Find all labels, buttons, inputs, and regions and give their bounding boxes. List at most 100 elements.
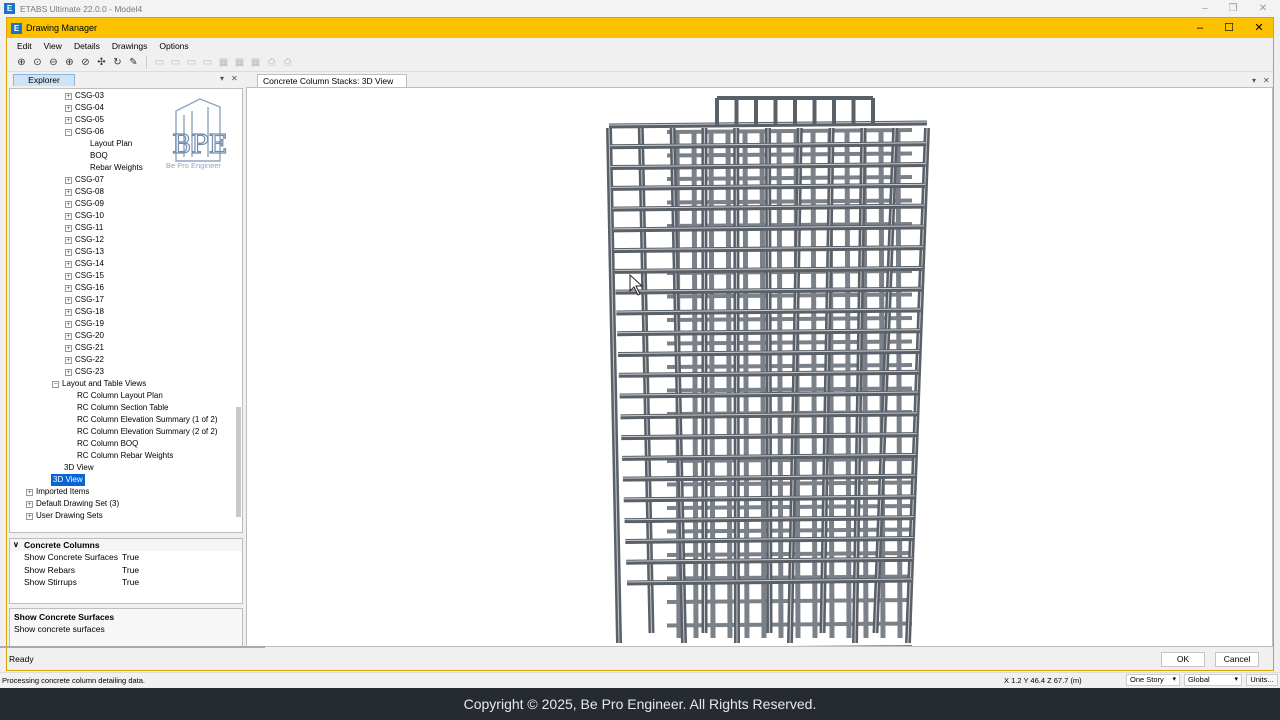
expand-icon[interactable]: + <box>65 92 72 100</box>
tree-item-csg-10[interactable]: + CSG-10 <box>65 210 104 222</box>
menu-drawings[interactable]: Drawings <box>106 41 153 51</box>
tree-item[interactable]: 3D View <box>51 474 85 486</box>
ok-button[interactable]: OK <box>1161 652 1205 667</box>
tree-item-csg-22[interactable]: + CSG-22 <box>65 354 104 366</box>
tree-item-csg-14[interactable]: + CSG-14 <box>65 258 104 270</box>
tree-item[interactable]: + Default Drawing Set (3) <box>26 498 119 510</box>
tree-item[interactable]: Rebar Weights <box>90 162 143 174</box>
expand-icon[interactable]: + <box>65 272 72 280</box>
tree-item-csg-03[interactable]: + CSG-03 <box>65 90 104 102</box>
tree-item-csg-07[interactable]: + CSG-07 <box>65 174 104 186</box>
expand-icon[interactable]: + <box>65 200 72 208</box>
expand-icon[interactable]: + <box>65 308 72 316</box>
print-icon[interactable]: ⎙ <box>265 56 278 69</box>
tree-scrollbar[interactable] <box>236 407 241 517</box>
property-value[interactable]: True <box>122 551 139 564</box>
tree-item[interactable]: RC Column Section Table <box>77 402 168 414</box>
property-value[interactable]: True <box>122 576 139 589</box>
expand-icon[interactable]: + <box>65 332 72 340</box>
maximize-icon[interactable]: ☐ <box>1214 18 1244 38</box>
collapse-icon[interactable]: − <box>65 128 72 136</box>
expand-icon[interactable]: + <box>65 188 72 196</box>
menu-details[interactable]: Details <box>68 41 106 51</box>
close-icon[interactable]: ✕ <box>1244 18 1274 38</box>
expand-icon[interactable]: + <box>65 236 72 244</box>
layout-1-icon[interactable]: ▭ <box>153 56 166 69</box>
zoom-fit-icon[interactable]: ⊘ <box>79 56 92 69</box>
expand-icon[interactable]: + <box>26 500 33 508</box>
tree-item[interactable]: Layout Plan <box>90 138 132 150</box>
menu-options[interactable]: Options <box>153 41 194 51</box>
tree-item-csg-17[interactable]: + CSG-17 <box>65 294 104 306</box>
tree-item[interactable]: BOQ <box>90 150 108 162</box>
tree-item[interactable]: RC Column Layout Plan <box>77 390 163 402</box>
coord-system-select[interactable]: Global ▾ <box>1184 674 1242 686</box>
zoom-rubber-icon[interactable]: ⊙ <box>31 56 44 69</box>
pane-close-icon[interactable]: ✕ <box>231 74 238 83</box>
tree-item-csg-13[interactable]: + CSG-13 <box>65 246 104 258</box>
tree-item-csg-09[interactable]: + CSG-09 <box>65 198 104 210</box>
tree-item-csg-18[interactable]: + CSG-18 <box>65 306 104 318</box>
grid-1-icon[interactable]: ▦ <box>217 56 230 69</box>
grid-2-icon[interactable]: ▦ <box>233 56 246 69</box>
tree-item[interactable]: + Imported Items <box>26 486 89 498</box>
expand-icon[interactable]: + <box>65 344 72 352</box>
tree-item[interactable]: RC Column Elevation Summary (2 of 2) <box>77 426 218 438</box>
edit-icon[interactable]: ✎ <box>127 56 140 69</box>
tree-item-csg-12[interactable]: + CSG-12 <box>65 234 104 246</box>
explorer-tree[interactable]: BPE Be Pro Engineer + CSG-03 + CSG-04 + CSG-0… <box>9 88 243 533</box>
rotate-icon[interactable]: ↻ <box>111 56 124 69</box>
chevron-down-icon[interactable]: ∨ <box>13 539 19 551</box>
property-row[interactable]: Show Rebars True <box>10 564 242 577</box>
zoom-window-icon[interactable]: ⊕ <box>15 56 28 69</box>
expand-icon[interactable]: + <box>26 512 33 520</box>
grid-3-icon[interactable]: ▦ <box>249 56 262 69</box>
minimize-icon[interactable]: – <box>1192 0 1218 17</box>
property-row[interactable]: Show Concrete Surfaces True <box>10 551 242 564</box>
tree-item-csg-06[interactable]: − CSG-06 <box>65 126 104 138</box>
expand-icon[interactable]: + <box>65 296 72 304</box>
pan-icon[interactable]: ✣ <box>95 56 108 69</box>
layout-2-icon[interactable]: ▭ <box>169 56 182 69</box>
viewer-close-icon[interactable]: ✕ <box>1263 76 1270 85</box>
cancel-button[interactable]: Cancel <box>1215 652 1259 667</box>
story-select[interactable]: One Story ▾ <box>1126 674 1180 686</box>
expand-icon[interactable]: + <box>65 368 72 376</box>
tree-item[interactable]: 3D View <box>64 462 94 474</box>
viewer-menu-icon[interactable]: ▾ <box>1252 76 1256 85</box>
menu-view[interactable]: View <box>38 41 68 51</box>
expand-icon[interactable]: + <box>65 104 72 112</box>
print-preview-icon[interactable]: ⎙ <box>281 56 294 69</box>
tree-item-csg-04[interactable]: + CSG-04 <box>65 102 104 114</box>
tree-item[interactable]: + User Drawing Sets <box>26 510 103 522</box>
expand-icon[interactable]: + <box>65 260 72 268</box>
tree-item-csg-11[interactable]: + CSG-11 <box>65 222 103 234</box>
units-button[interactable]: Units... <box>1246 674 1278 686</box>
expand-icon[interactable]: + <box>65 224 72 232</box>
building-3d-model[interactable] <box>247 88 1273 647</box>
tree-item-csg-20[interactable]: + CSG-20 <box>65 330 104 342</box>
layout-3-icon[interactable]: ▭ <box>185 56 198 69</box>
expand-icon[interactable]: + <box>65 176 72 184</box>
close-icon[interactable]: ✕ <box>1250 0 1276 17</box>
tree-item-csg-15[interactable]: + CSG-15 <box>65 270 104 282</box>
property-group-header[interactable]: ∨ Concrete Columns <box>10 539 242 551</box>
horizontal-scrollbar[interactable] <box>0 646 265 648</box>
tab-explorer[interactable]: Explorer <box>13 74 75 86</box>
expand-icon[interactable]: + <box>65 212 72 220</box>
tree-item-csg-23[interactable]: + CSG-23 <box>65 366 104 378</box>
tree-item-csg-05[interactable]: + CSG-05 <box>65 114 104 126</box>
minimize-icon[interactable]: – <box>1185 18 1215 38</box>
pane-menu-icon[interactable]: ▾ <box>220 74 224 83</box>
tree-item-csg-16[interactable]: + CSG-16 <box>65 282 104 294</box>
property-value[interactable]: True <box>122 564 139 577</box>
expand-icon[interactable]: + <box>65 284 72 292</box>
menu-edit[interactable]: Edit <box>11 41 38 51</box>
tree-item-csg-08[interactable]: + CSG-08 <box>65 186 104 198</box>
zoom-in-icon[interactable]: ⊕ <box>63 56 76 69</box>
tab-3d-view[interactable]: Concrete Column Stacks: 3D View <box>257 74 407 87</box>
property-row[interactable]: Show Stirrups True <box>10 576 242 589</box>
collapse-icon[interactable]: − <box>52 380 59 388</box>
expand-icon[interactable]: + <box>65 356 72 364</box>
tree-item-csg-21[interactable]: + CSG-21 <box>65 342 104 354</box>
